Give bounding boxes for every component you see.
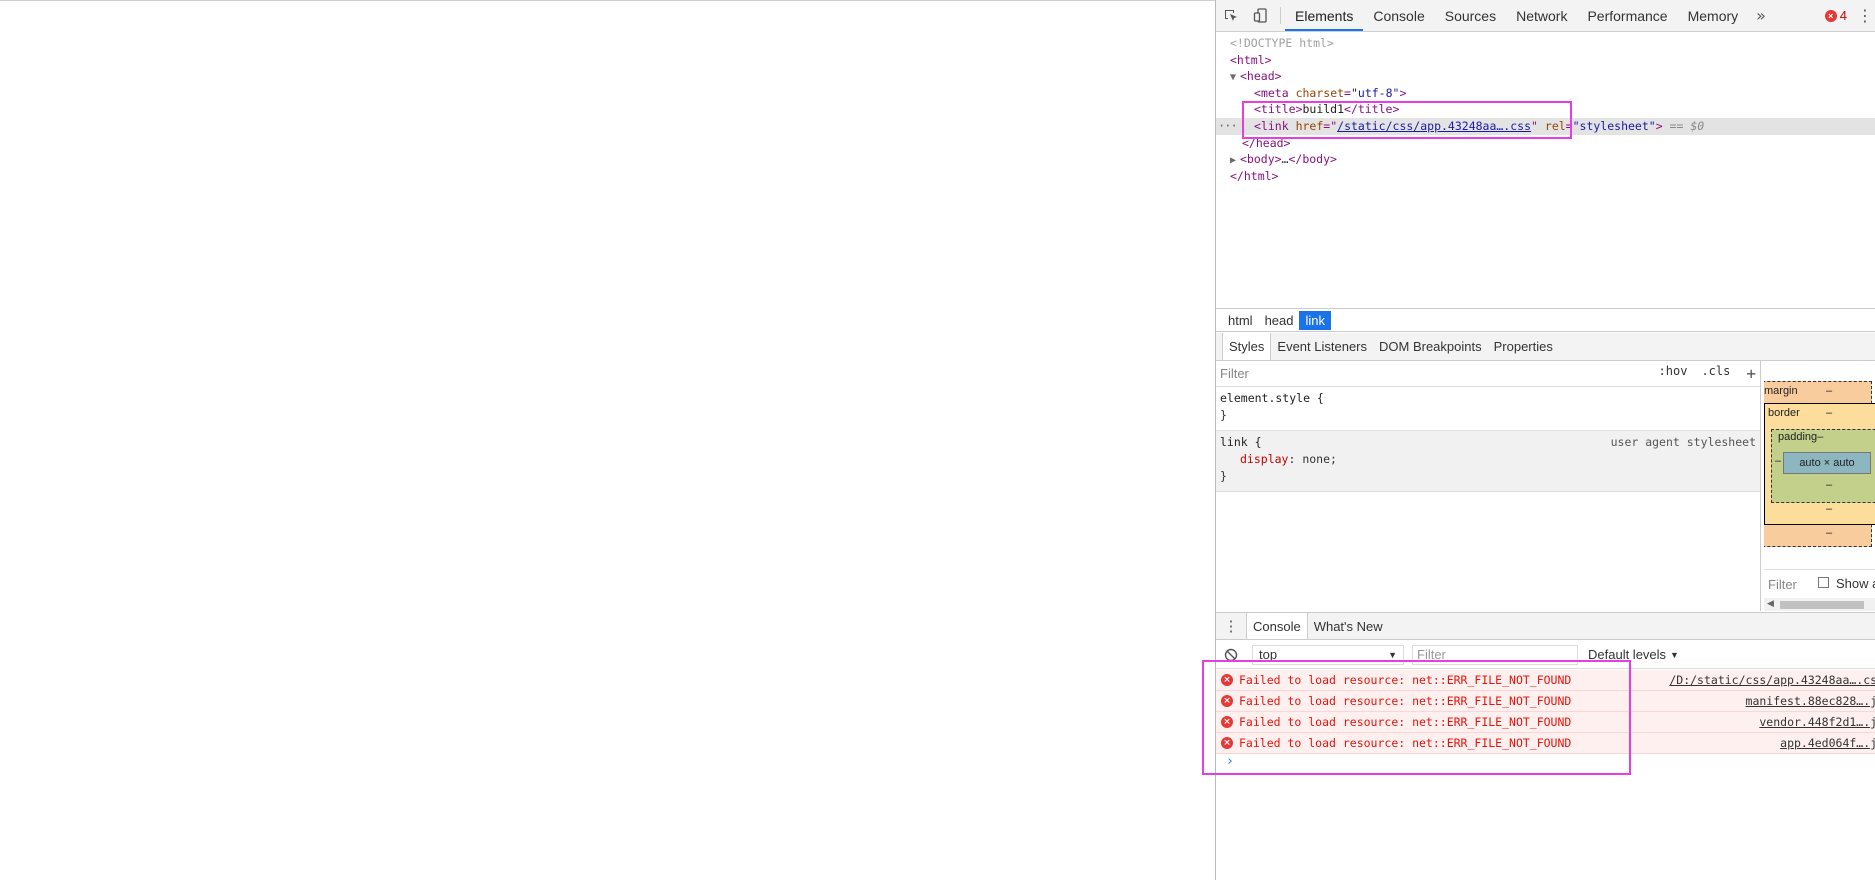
show-all-checkbox[interactable] bbox=[1818, 577, 1829, 588]
box-model-margin-bottom: – bbox=[1826, 527, 1833, 539]
dom-node-html-close[interactable]: </html> bbox=[1216, 168, 1875, 185]
error-counter[interactable]: × 4 bbox=[1824, 8, 1847, 23]
box-model-margin-top: – bbox=[1826, 385, 1833, 397]
message-source-link[interactable]: vendor.448f2d1….js bbox=[1759, 715, 1875, 729]
box-model-border-bottom: – bbox=[1826, 503, 1833, 515]
drawer-tab-console[interactable]: Console bbox=[1246, 613, 1308, 639]
message-source-link[interactable]: app.4ed064f….js bbox=[1780, 736, 1875, 750]
scrollbar-thumb[interactable] bbox=[1780, 601, 1864, 609]
device-toolbar-icon[interactable] bbox=[1246, 0, 1276, 31]
box-model-padding-bottom: – bbox=[1826, 479, 1833, 491]
computed-filter-row: Filter Show all ◀ bbox=[1764, 569, 1875, 611]
ua-style-rule[interactable]: link { user agent stylesheet display: no… bbox=[1216, 431, 1760, 492]
more-tabs-icon[interactable]: » bbox=[1748, 0, 1774, 31]
inspect-element-icon[interactable] bbox=[1216, 0, 1246, 31]
box-model-diagram: margin – border – padding– – auto × auto… bbox=[1764, 361, 1875, 611]
dom-tree: <!DOCTYPE html> <html> ▼ <head> <meta cha… bbox=[1216, 33, 1875, 309]
box-model-border-label: border bbox=[1768, 407, 1800, 419]
tab-properties[interactable]: Properties bbox=[1488, 333, 1559, 360]
element-style-rule[interactable]: element.style { } bbox=[1216, 387, 1760, 431]
customize-menu-icon[interactable]: ⋮ bbox=[1857, 6, 1873, 25]
toolbar-separator bbox=[1280, 7, 1281, 24]
sidebar-tabs: Styles Event Listeners DOM Breakpoints P… bbox=[1216, 333, 1875, 361]
dom-node-doctype[interactable]: <!DOCTYPE html> bbox=[1216, 35, 1875, 52]
tab-sources[interactable]: Sources bbox=[1435, 0, 1506, 31]
chevron-down-icon: ▼ bbox=[1388, 649, 1397, 660]
highlight-annotation-errors bbox=[1202, 660, 1631, 775]
drawer-tabs: ⋮ Console What's New bbox=[1216, 612, 1875, 640]
box-model-margin-label: margin bbox=[1764, 385, 1798, 397]
box-model-padding-label: padding– bbox=[1778, 431, 1824, 443]
computed-filter-input[interactable]: Filter bbox=[1768, 577, 1797, 592]
tab-console[interactable]: Console bbox=[1363, 0, 1434, 31]
error-count: 4 bbox=[1839, 8, 1847, 23]
highlight-annotation-link bbox=[1242, 101, 1572, 139]
message-source-link[interactable]: manifest.88ec828….js bbox=[1746, 694, 1875, 708]
box-model-border-top: – bbox=[1826, 407, 1833, 419]
dom-node-meta[interactable]: <meta charset="utf-8"> bbox=[1216, 85, 1875, 102]
breadcrumb-link[interactable]: link bbox=[1299, 310, 1331, 330]
drawer-menu-icon[interactable]: ⋮ bbox=[1216, 613, 1246, 639]
page-viewport bbox=[0, 0, 1215, 880]
tab-elements[interactable]: Elements bbox=[1285, 0, 1364, 31]
new-style-rule-icon[interactable]: + bbox=[1746, 364, 1756, 383]
tab-event-listeners[interactable]: Event Listeners bbox=[1271, 333, 1373, 360]
tab-styles[interactable]: Styles bbox=[1222, 333, 1272, 360]
node-actions-icon[interactable]: ··· bbox=[1218, 118, 1238, 135]
tab-network[interactable]: Network bbox=[1506, 0, 1577, 31]
ua-stylesheet-origin: user agent stylesheet bbox=[1610, 435, 1756, 449]
message-source-link[interactable]: /D:/static/css/app.43248aa….css bbox=[1669, 673, 1875, 687]
dom-node-body[interactable]: ▶ <body>…</body> bbox=[1216, 151, 1875, 168]
box-model-content[interactable]: auto × auto bbox=[1783, 452, 1871, 474]
breadcrumb-head[interactable]: head bbox=[1259, 311, 1300, 330]
box-model-padding-left: – bbox=[1775, 455, 1782, 467]
drawer-tab-whats-new[interactable]: What's New bbox=[1308, 613, 1389, 639]
tab-dom-breakpoints[interactable]: DOM Breakpoints bbox=[1373, 333, 1488, 360]
tab-memory[interactable]: Memory bbox=[1678, 0, 1749, 31]
breadcrumb: html head link bbox=[1216, 308, 1875, 332]
show-all-label: Show all bbox=[1836, 576, 1875, 591]
breadcrumb-html[interactable]: html bbox=[1222, 311, 1259, 330]
scroll-left-icon[interactable]: ◀ bbox=[1767, 599, 1774, 609]
horizontal-scrollbar[interactable]: ◀ bbox=[1764, 598, 1875, 611]
tab-performance[interactable]: Performance bbox=[1577, 0, 1677, 31]
styles-filter-input[interactable]: Filter :hov .cls + bbox=[1216, 361, 1760, 387]
error-icon: × bbox=[1824, 9, 1837, 22]
devtools-toolbar: Elements Console Sources Network Perform… bbox=[1216, 0, 1875, 32]
dom-node-head[interactable]: ▼ <head> bbox=[1216, 68, 1875, 85]
dom-node-html[interactable]: <html> bbox=[1216, 52, 1875, 69]
hov-toggle[interactable]: :hov bbox=[1659, 364, 1688, 383]
styles-pane: Filter :hov .cls + element.style { } lin… bbox=[1216, 361, 1761, 611]
css-property-display[interactable]: display: none; bbox=[1220, 451, 1756, 468]
chevron-down-icon: ▼ bbox=[1670, 649, 1679, 660]
cls-toggle[interactable]: .cls bbox=[1701, 364, 1730, 383]
